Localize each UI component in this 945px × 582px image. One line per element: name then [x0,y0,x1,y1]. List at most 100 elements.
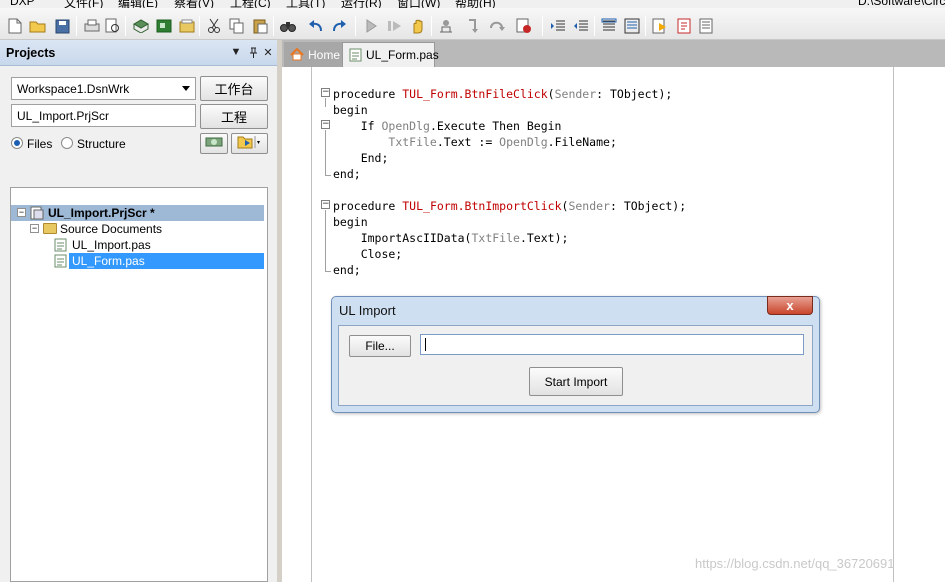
cut-icon[interactable] [205,17,223,35]
fold-toggle-icon[interactable]: − [321,88,330,97]
script-file-icon [54,238,68,252]
tab-ul-form-label: UL_Form.pas [366,48,439,62]
panel-menu-arrow-icon[interactable]: ▼ [229,45,243,59]
menu-tools[interactable]: 工具(T) [286,0,325,8]
component-icon[interactable] [132,17,150,35]
compile-icon[interactable] [437,17,455,35]
menu-window[interactable]: 窗口(W) [397,0,440,8]
ul-import-dialog: UL Import x File... Start Import [331,296,820,413]
file-path-input[interactable] [420,334,804,355]
comment-icon[interactable] [600,17,618,35]
main-toolbar [0,8,945,40]
text-caret [425,338,426,351]
script-file-icon [54,254,68,268]
code-line: end; [333,263,361,277]
open-folder-icon[interactable] [29,17,47,35]
structure-radio-label: Structure [77,137,126,151]
start-import-button[interactable]: Start Import [529,367,623,396]
editor-gutter [282,67,312,582]
menu-run[interactable]: 运行(R) [341,0,382,8]
redo-icon[interactable] [330,17,348,35]
step-into-icon[interactable] [465,17,483,35]
menu-view[interactable]: 察看(V) [174,0,214,8]
tree-item-source-documents[interactable]: − Source Documents [11,221,264,237]
menu-file[interactable]: 文件(F) [64,0,103,8]
code-line: TxtFile.Text := OpenDlg.FileName; [388,135,617,149]
outdent-icon[interactable] [572,17,590,35]
compile-document-icon [205,135,223,152]
document-list-icon[interactable] [697,17,715,35]
step-icon[interactable] [386,17,404,35]
tree-item-file[interactable]: UL_Import.pas [11,237,264,253]
project-field[interactable]: UL_Import.PrjScr [11,104,196,127]
workspace-select-value: Workspace1.DsnWrk [17,82,130,96]
indent-icon[interactable] [549,17,567,35]
new-file-icon[interactable] [6,17,24,35]
bookmark-icon[interactable] [651,17,669,35]
project-field-value: UL_Import.PrjScr [17,109,110,123]
dialog-close-button[interactable]: x [767,296,813,315]
home-icon [290,48,304,61]
code-line: If OpenDlg.Execute Then Begin [333,119,562,133]
menu-help[interactable]: 帮助(H) [455,0,496,8]
dialog-client-area: File... Start Import [338,325,813,406]
tree-item-project[interactable]: − UL_Import.PrjScr * [11,205,264,221]
fold-toggle-icon[interactable]: − [321,200,330,209]
script-file-icon [349,48,362,62]
project-file-icon [30,206,44,220]
library-icon[interactable] [178,17,196,35]
folder-options-icon [237,135,263,152]
code-line: begin [333,215,368,229]
undo-icon[interactable] [307,17,325,35]
files-radio[interactable] [11,137,23,149]
step-over-icon[interactable] [488,17,506,35]
save-icon[interactable] [53,17,71,35]
code-line: procedure TUL_Form.BtnFileClick(Sender: … [333,87,673,101]
tab-home[interactable]: Home [284,42,342,67]
project-options-button[interactable] [231,133,268,154]
projects-panel: Projects ▼ ✕ Workspace1.DsnWrk 工作台 UL_Im… [0,40,277,582]
close-panel-icon[interactable]: ✕ [261,45,275,59]
file-browse-button[interactable]: File... [349,335,411,357]
workspace-select[interactable]: Workspace1.DsnWrk [11,77,196,100]
print-icon[interactable] [83,17,101,35]
tab-ul-form[interactable]: UL_Form.pas [342,42,439,67]
run-icon[interactable] [362,17,380,35]
toggle-breakpoint-icon[interactable] [515,17,533,35]
find-icon[interactable] [279,17,297,35]
tree-item-file-label: UL_Import.pas [72,238,151,252]
menu-edit[interactable]: 编辑(E) [118,0,158,8]
menu-bar: DXP 文件(F) 编辑(E) 察看(V) 工程(C) 工具(T) 运行(R) … [0,0,945,8]
board-icon[interactable] [155,17,173,35]
project-tree: − UL_Import.PrjScr * − Source Documents … [10,187,268,582]
dialog-title: UL Import [339,303,396,318]
compile-project-button[interactable] [200,133,228,154]
uncomment-icon[interactable] [623,17,641,35]
structure-radio[interactable] [61,137,73,149]
document-tab-bar: Home UL_Form.pas [282,40,945,67]
code-line: procedure TUL_Form.BtnImportClick(Sender… [333,199,687,213]
menu-dxp[interactable]: DXP [10,0,35,8]
code-line: End; [333,151,389,165]
collapse-icon[interactable]: − [17,208,26,217]
folder-icon [43,223,57,234]
pin-icon[interactable] [246,45,260,59]
watermark-text: https://blog.csdn.net/qq_36720691 [695,556,895,571]
projects-panel-title: Projects [6,46,56,60]
tree-item-source-documents-label: Source Documents [60,222,163,236]
project-button[interactable]: 工程 [200,104,268,129]
copy-icon[interactable] [228,17,246,35]
fold-toggle-icon[interactable]: − [321,120,330,129]
code-line: end; [333,167,361,181]
files-radio-label: Files [27,137,53,151]
stop-hand-icon[interactable] [409,17,427,35]
paste-icon[interactable] [251,17,269,35]
file-path-label: D:\Software\Circ [858,0,945,8]
report-icon[interactable] [675,17,693,35]
collapse-icon[interactable]: − [30,224,39,233]
tree-item-file-selected[interactable]: UL_Form.pas [11,253,264,269]
print-preview-icon[interactable] [104,17,122,35]
menu-project[interactable]: 工程(C) [230,0,271,8]
workspace-button[interactable]: 工作台 [200,76,268,101]
close-icon: x [786,298,794,313]
